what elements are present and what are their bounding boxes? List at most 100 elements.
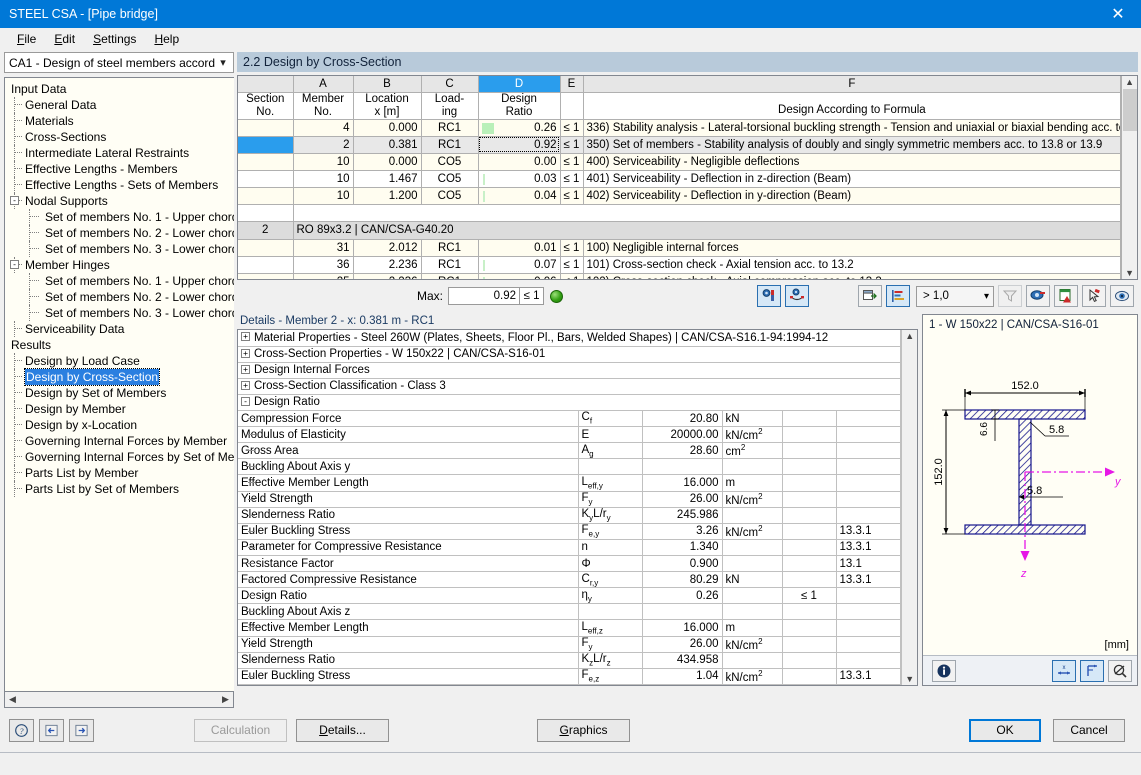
table-row[interactable]: 100.000CO50.00≤ 1400) Serviceability - N…: [238, 153, 1121, 170]
sidebar-item-materials[interactable]: Materials: [5, 113, 234, 129]
sidebar-item-nodal-supports[interactable]: -Nodal Supports: [5, 193, 234, 209]
cell-design-ratio[interactable]: 0.00: [478, 153, 560, 170]
zoom-reset-icon[interactable]: [1108, 660, 1132, 682]
menu-item-settings[interactable]: Settings: [84, 30, 145, 48]
cell-formula[interactable]: 401) Serviceability - Deflection in z-di…: [583, 170, 1121, 187]
design-case-combo[interactable]: CA1 - Design of steel members according …: [4, 52, 234, 73]
sidebar-item-intermediate-lateral-restraints[interactable]: Intermediate Lateral Restraints: [5, 145, 234, 161]
cell-formula[interactable]: 400) Serviceability - Negligible deflect…: [583, 153, 1121, 170]
cell-loading[interactable]: RC1: [421, 136, 478, 153]
table-row[interactable]: 252.236RC10.06≤ 1102) Cross-section chec…: [238, 273, 1121, 280]
axes-icon[interactable]: [1080, 660, 1104, 682]
sidebar-item-effective-lengths-sets-of-members[interactable]: Effective Lengths - Sets of Members: [5, 177, 234, 193]
table-row[interactable]: 362.236RC10.07≤ 1101) Cross-section chec…: [238, 256, 1121, 273]
details-row[interactable]: Parameter for Compressive Resistancen1.3…: [238, 539, 901, 555]
tree-expander-icon[interactable]: -: [10, 260, 19, 269]
cell-section-no[interactable]: [238, 119, 293, 136]
details-group-row[interactable]: +Cross-Section Properties - W 150x22 | C…: [238, 346, 901, 362]
column-header-E[interactable]: E: [560, 76, 583, 92]
sidebar-item-set-of-members-no-1-upper-chord[interactable]: Set of members No. 1 - Upper chord: [5, 209, 234, 225]
details-row[interactable]: Euler Buckling StressFe,y3.26kN/cm213.3.…: [238, 523, 901, 539]
menu-item-help[interactable]: Help: [145, 30, 188, 48]
cell-member-no[interactable]: 36: [293, 256, 353, 273]
table-row[interactable]: 101.200CO50.04≤ 1402) Serviceability - D…: [238, 187, 1121, 204]
cell-member-no[interactable]: 25: [293, 273, 353, 280]
details-group-row[interactable]: +Material Properties - Steel 260W (Plate…: [238, 330, 901, 346]
results-table[interactable]: ABCDEFSectionNo.MemberNo.Locationx [m]Lo…: [238, 76, 1121, 280]
cell-loading[interactable]: RC1: [421, 256, 478, 273]
details-row[interactable]: Effective Member LengthLeff,y16.000m: [238, 475, 901, 491]
column-header-C[interactable]: C: [421, 76, 478, 92]
scroll-track[interactable]: [20, 693, 218, 707]
cell-member-no[interactable]: 10: [293, 153, 353, 170]
scroll-left-icon[interactable]: ◀: [5, 695, 20, 705]
cell-loading[interactable]: CO5: [421, 187, 478, 204]
section-header-row[interactable]: 2RO 89x3.2 | CAN/CSA-G40.20: [238, 221, 1121, 239]
column-header-F[interactable]: F: [583, 76, 1121, 92]
chevron-down-icon[interactable]: ▾: [215, 53, 231, 72]
details-row[interactable]: Slenderness RatioKzL/rz434.958: [238, 652, 901, 668]
cell-location[interactable]: 0.000: [353, 119, 421, 136]
cell-section-no[interactable]: [238, 239, 293, 256]
filter-icon[interactable]: [998, 285, 1022, 307]
result-colors-icon[interactable]: [757, 285, 781, 307]
cross-section-drawing[interactable]: 152.0 152.0 6.6: [923, 331, 1137, 655]
filter-threshold-combo[interactable]: > 1,0 ▾: [916, 286, 994, 307]
details-group-label[interactable]: +Material Properties - Steel 260W (Plate…: [238, 330, 901, 346]
visibility-eye-icon[interactable]: [1110, 285, 1134, 307]
sidebar-item-parts-list-by-set-of-members[interactable]: Parts List by Set of Members: [5, 481, 234, 497]
sidebar-item-parts-list-by-member[interactable]: Parts List by Member: [5, 465, 234, 481]
export-table-icon[interactable]: [858, 285, 882, 307]
sidebar-item-design-by-member[interactable]: Design by Member: [5, 401, 234, 417]
sidebar-item-design-by-load-case[interactable]: Design by Load Case: [5, 353, 234, 369]
scroll-down-icon[interactable]: ▼: [1125, 268, 1134, 278]
sidebar-item-member-hinges[interactable]: -Member Hinges: [5, 257, 234, 273]
cell-design-ratio[interactable]: 0.01: [478, 239, 560, 256]
tree-expander-icon[interactable]: +: [241, 365, 250, 374]
details-row[interactable]: Design Ratioηy0.26≤ 1: [238, 588, 901, 604]
sidebar-item-results[interactable]: Results: [5, 337, 234, 353]
details-row[interactable]: Factored Compressive ResistanceCr,y80.29…: [238, 572, 901, 588]
cell-location[interactable]: 2.012: [353, 239, 421, 256]
column-header-B[interactable]: B: [353, 76, 421, 92]
render-icon[interactable]: [1026, 285, 1050, 307]
cell-section-no[interactable]: [238, 136, 293, 153]
details-row[interactable]: Modulus of ElasticityE20000.00kN/cm2: [238, 427, 901, 443]
cell-location[interactable]: 1.200: [353, 187, 421, 204]
table-row[interactable]: 101.467CO50.03≤ 1401) Serviceability - D…: [238, 170, 1121, 187]
sidebar-item-design-by-set-of-members[interactable]: Design by Set of Members: [5, 385, 234, 401]
calculation-button[interactable]: Calculation: [194, 719, 287, 742]
menu-item-edit[interactable]: Edit: [45, 30, 84, 48]
tree-expander-icon[interactable]: +: [241, 381, 250, 390]
details-row[interactable]: Resistance FactorΦ0.90013.1: [238, 556, 901, 572]
cell-section-no[interactable]: [238, 256, 293, 273]
cell-member-no[interactable]: 31: [293, 239, 353, 256]
cell-location[interactable]: 0.381: [353, 136, 421, 153]
graphics-button[interactable]: Graphics: [537, 719, 630, 742]
cell-loading[interactable]: RC1: [421, 273, 478, 280]
scroll-thumb[interactable]: [1123, 89, 1137, 131]
details-row[interactable]: Buckling About Axis y: [238, 459, 901, 475]
previous-icon[interactable]: [39, 719, 64, 742]
menu-item-file[interactable]: FFileile: [8, 30, 45, 48]
sidebar-item-design-by-x-location[interactable]: Design by x-Location: [5, 417, 234, 433]
cell-member-no[interactable]: 4: [293, 119, 353, 136]
cell-section-no[interactable]: [238, 273, 293, 280]
cell-loading[interactable]: CO5: [421, 153, 478, 170]
column-header-D[interactable]: D: [478, 76, 560, 92]
details-row[interactable]: Gross AreaAg28.60cm2: [238, 443, 901, 459]
tree-expander-icon[interactable]: +: [241, 332, 250, 341]
cell-loading[interactable]: RC1: [421, 119, 478, 136]
details-group-label[interactable]: -Design Ratio: [238, 394, 901, 410]
cell-formula[interactable]: 402) Serviceability - Deflection in y-di…: [583, 187, 1121, 204]
cell-member-no[interactable]: 10: [293, 187, 353, 204]
cell-design-ratio[interactable]: 0.07: [478, 256, 560, 273]
column-header-row[interactable]: [238, 76, 293, 92]
sidebar-item-governing-internal-forces-by-member[interactable]: Governing Internal Forces by Member: [5, 433, 234, 449]
sidebar-item-cross-sections[interactable]: Cross-Sections: [5, 129, 234, 145]
cell-member-no[interactable]: 10: [293, 170, 353, 187]
cell-formula[interactable]: 102) Cross-section check - Axial compres…: [583, 273, 1121, 280]
cell-design-ratio[interactable]: 0.92: [478, 136, 560, 153]
table-row[interactable]: 40.000RC10.26≤ 1336) Stability analysis …: [238, 119, 1121, 136]
tree-expander-icon[interactable]: -: [10, 196, 19, 205]
